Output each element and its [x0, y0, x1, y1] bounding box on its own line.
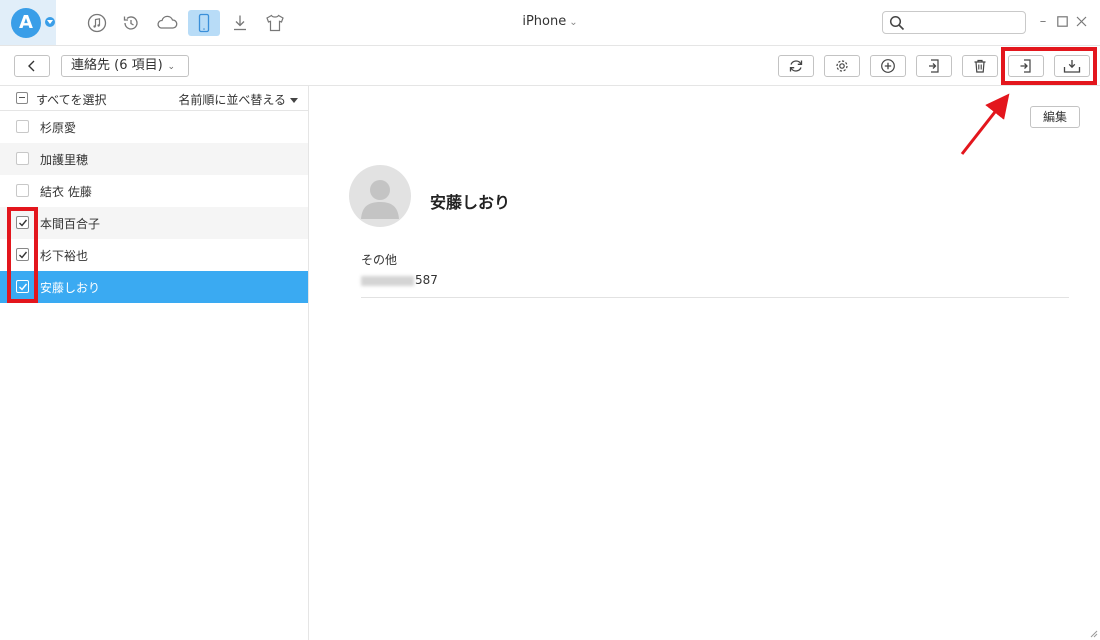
add-contact-button[interactable] — [870, 55, 906, 77]
contact-checkbox[interactable] — [16, 184, 29, 197]
delete-icon — [974, 59, 986, 73]
resize-grip-icon[interactable] — [1089, 629, 1098, 638]
phone-icon[interactable] — [188, 10, 220, 36]
cloud-icon[interactable] — [154, 10, 180, 36]
sort-dropdown[interactable]: 名前順に並べ替える — [178, 91, 298, 108]
search-input[interactable] — [909, 14, 1021, 31]
edit-button[interactable]: 編集 — [1030, 106, 1080, 128]
back-button[interactable] — [14, 55, 50, 77]
chevron-down-icon: ⌄ — [569, 17, 578, 28]
person-silhouette-icon — [361, 180, 399, 219]
contact-name: 杉原愛 — [40, 121, 77, 135]
caret-down-icon — [290, 98, 298, 103]
list-item[interactable]: 杉下裕也 — [0, 239, 308, 271]
maximize-icon[interactable] — [1055, 14, 1069, 30]
list-header: すべてを選択 名前順に並べ替える — [0, 86, 308, 111]
logo-dropdown-icon[interactable] — [45, 17, 55, 27]
minimize-icon[interactable]: – — [1036, 14, 1050, 30]
contact-list-pane: すべてを選択 名前順に並べ替える 杉原愛 加護里穂 結衣 佐藤 本間百合子 杉下… — [0, 86, 309, 640]
list-item[interactable]: 結衣 佐藤 — [0, 175, 308, 207]
contact-name: 杉下裕也 — [40, 249, 89, 263]
list-item[interactable]: 杉原愛 — [0, 111, 308, 143]
refresh-button[interactable] — [778, 55, 814, 77]
list-item[interactable]: 安藤しおり — [0, 271, 308, 303]
toolbar-highlight-box — [1001, 47, 1097, 85]
chevron-left-icon — [28, 60, 35, 72]
device-selector[interactable]: iPhone ⌄ — [500, 14, 600, 29]
divider — [361, 297, 1069, 298]
phone-number: 587 — [361, 273, 438, 287]
search-box[interactable] — [882, 11, 1026, 34]
import-icon — [929, 59, 939, 73]
category-label: 連絡先 (6 項目) — [71, 58, 163, 73]
refresh-icon — [789, 60, 803, 72]
add-icon — [881, 59, 895, 73]
select-all-checkbox[interactable] — [16, 92, 28, 104]
device-name: iPhone — [522, 14, 567, 29]
import-button[interactable] — [916, 55, 952, 77]
contact-checkbox[interactable] — [16, 152, 29, 165]
checkbox-highlight-box — [7, 207, 38, 303]
contact-name: 本間百合子 — [40, 217, 101, 231]
category-dropdown[interactable]: 連絡先 (6 項目) ⌄ — [61, 55, 189, 77]
app-logo[interactable]: A — [0, 0, 56, 45]
chevron-down-icon: ⌄ — [164, 62, 176, 72]
contact-name: 安藤しおり — [40, 281, 101, 295]
title-bar: A iPhone ⌄ – — [0, 0, 1100, 46]
select-all-label[interactable]: すべてを選択 — [36, 91, 106, 108]
list-item[interactable]: 加護里穂 — [0, 143, 308, 175]
list-item[interactable]: 本間百合子 — [0, 207, 308, 239]
download-icon[interactable] — [227, 10, 253, 36]
sort-label: 名前順に並べ替える — [178, 93, 286, 107]
phone-field-label: その他 — [361, 253, 398, 267]
phone-suffix: 587 — [415, 273, 438, 287]
settings-button[interactable] — [824, 55, 860, 77]
close-icon[interactable] — [1074, 14, 1088, 30]
search-icon — [889, 15, 905, 31]
music-icon[interactable] — [84, 10, 110, 36]
contact-name: 結衣 佐藤 — [40, 185, 92, 199]
tshirt-icon[interactable] — [262, 10, 288, 36]
avatar — [349, 165, 411, 227]
history-icon[interactable] — [118, 10, 144, 36]
contact-checkbox[interactable] — [16, 120, 29, 133]
toolbar: 連絡先 (6 項目) ⌄ — [0, 46, 1100, 86]
contact-detail-name: 安藤しおり — [430, 193, 511, 212]
anytrans-logo-icon: A — [11, 8, 41, 38]
delete-button[interactable] — [962, 55, 998, 77]
redacted-digits — [361, 275, 414, 286]
settings-icon — [836, 60, 848, 72]
contact-name: 加護里穂 — [40, 153, 89, 167]
